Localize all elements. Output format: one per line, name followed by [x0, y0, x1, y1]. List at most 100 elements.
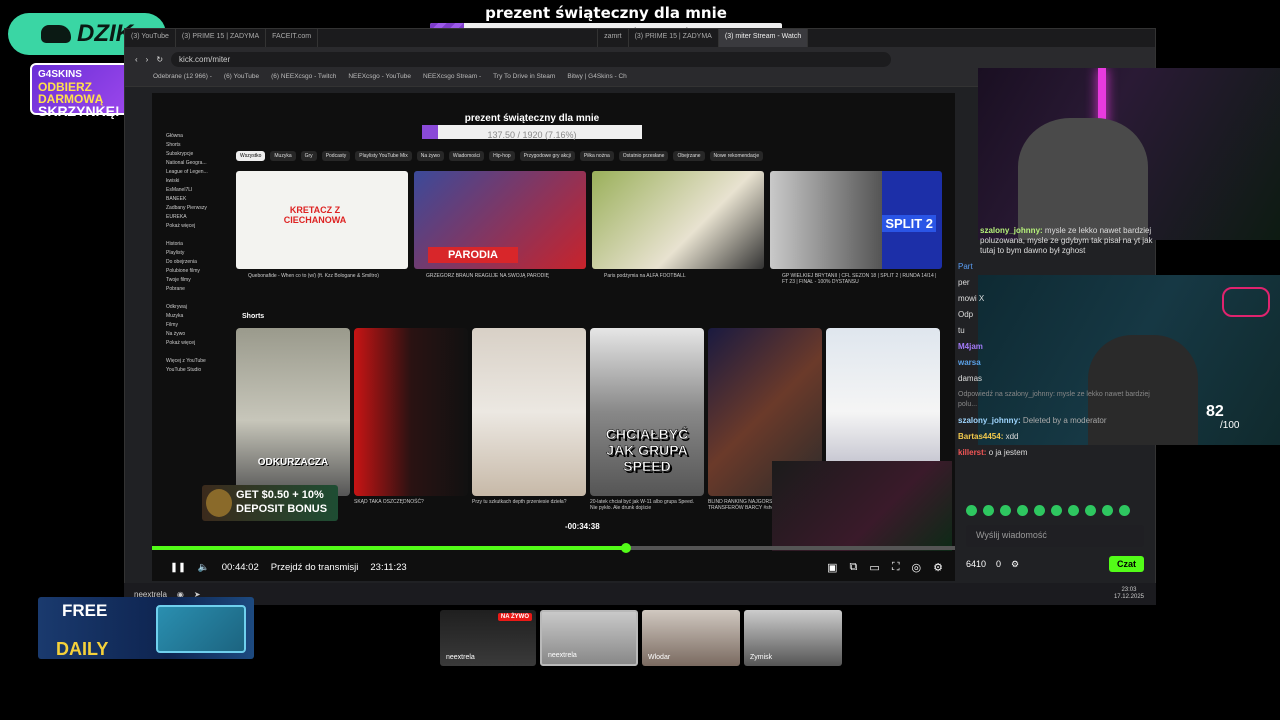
short-caption: ODKURZACZA — [257, 457, 329, 468]
browser-tab[interactable]: FACEIT.com — [266, 29, 319, 47]
forward-icon[interactable]: › — [146, 55, 149, 64]
video-title: Paris podżymia na ALFA FOOTBALL — [604, 273, 686, 279]
thumb-caption: KRETACZ Z CIECHANOWA — [283, 205, 347, 225]
live-badge: NA ŻYWO — [497, 613, 532, 621]
emote-icon[interactable] — [966, 505, 977, 516]
settings-icon[interactable]: ⚙ — [933, 561, 943, 574]
chat-settings-icon[interactable]: ⚙ — [1011, 559, 1019, 570]
clip-icon[interactable]: ◎ — [912, 561, 922, 574]
theater-icon[interactable]: ▭ — [869, 561, 879, 574]
url-field[interactable]: kick.com/miter — [171, 51, 892, 67]
yt-sidebar-item: BANEEK — [166, 196, 187, 202]
go-live-button[interactable]: Przejdź do transmisji — [271, 562, 359, 573]
bookmark-item[interactable]: NEEXcsgo Stream - — [423, 73, 481, 84]
stream-tile[interactable]: Zymisk — [744, 610, 842, 666]
video-thumbnail — [592, 171, 764, 269]
chat-message: Part — [958, 262, 973, 271]
gift-count[interactable]: 0 — [996, 559, 1001, 569]
stream-tile[interactable]: neextrela — [540, 610, 638, 666]
seek-handle[interactable] — [620, 543, 631, 553]
yt-chip: Hip-hop — [489, 151, 515, 161]
pause-icon[interactable]: ❚❚ — [170, 562, 186, 573]
follower-counter: 82 /100 — [1206, 404, 1240, 433]
emote-icon[interactable] — [1000, 505, 1011, 516]
hover-time: -00:34:38 — [565, 522, 600, 531]
yt-chip: Na żywo — [416, 151, 444, 161]
tile-name: Wlodar — [648, 654, 671, 661]
yt-sidebar-item: Twoje filmy — [166, 277, 191, 283]
stream-tile[interactable]: Wlodar — [642, 610, 740, 666]
yt-chip: Nowe rekomendacje — [709, 151, 764, 161]
browser-tab[interactable] — [318, 29, 599, 47]
points-balance[interactable]: 6410 — [966, 559, 986, 569]
boar-icon — [41, 25, 71, 43]
tab-bar: (3) YouTube (3) PRIME 15 | ZADYMA FACEIT… — [125, 29, 1155, 47]
thumb-caption: PARODIA — [428, 247, 518, 263]
emote-icon[interactable] — [1085, 505, 1096, 516]
counter-max: /100 — [1220, 420, 1240, 431]
emote-icon[interactable] — [983, 505, 994, 516]
emote-icon[interactable] — [1068, 505, 1079, 516]
streamer-cam-thumb — [772, 461, 952, 551]
yt-sidebar-item — [156, 349, 222, 358]
clock-date: 17.12.2025 — [1113, 594, 1144, 600]
yt-sidebar-item: Shorts — [166, 142, 181, 148]
browser-tab[interactable]: (3) PRIME 15 | ZADYMA — [629, 29, 719, 47]
chat-message: mowi X — [958, 294, 985, 303]
browser-tab[interactable]: (3) PRIME 15 | ZADYMA — [176, 29, 267, 47]
chat-message: Bartas4454: xdd — [958, 432, 1019, 441]
yt-chip: Podcasty — [321, 151, 351, 161]
chat-panel: szalony_johnny: mysle ze lekko nawet bar… — [958, 226, 1154, 576]
emote-icon[interactable] — [1051, 505, 1062, 516]
video-player[interactable]: prezent świąteczny dla mnie 137.50 / 192… — [152, 93, 955, 581]
chat-message: szalony_johnny: mysle ze lekko nawet bar… — [980, 226, 1153, 255]
clock-time: 23:03 — [1121, 587, 1137, 593]
bookmark-item[interactable]: (6) YouTube — [224, 73, 259, 84]
bookmark-item[interactable]: Bitwy | G4Skins - Ch — [567, 73, 626, 84]
emote-icon[interactable] — [1017, 505, 1028, 516]
chat-input[interactable]: Wyślij wiadomość — [966, 525, 1144, 547]
yt-sidebar-item: kwiski — [166, 178, 180, 184]
browser-tab[interactable]: zamrt — [598, 29, 629, 47]
bookmark-item[interactable]: NEEXcsgo - YouTube — [348, 73, 411, 84]
emote-icon[interactable] — [1102, 505, 1113, 516]
emote-icon[interactable] — [1119, 505, 1130, 516]
pip-icon[interactable]: ⧉ — [850, 561, 858, 574]
yt-sidebar-item — [156, 232, 222, 241]
yt-sidebar-item: Pobrane — [166, 286, 185, 292]
miniplayer-icon[interactable]: ▣ — [827, 561, 837, 574]
tile-name: neextrela — [446, 654, 475, 661]
goal-title: prezent świąteczny dla mnie — [485, 4, 727, 22]
thumb-caption: SPLIT 2 — [882, 215, 936, 232]
reload-icon[interactable]: ↻ — [156, 55, 163, 64]
chat-message: M4jam — [958, 342, 983, 351]
volume-icon[interactable]: 🔈 — [198, 562, 210, 573]
total-time: 23:11:23 — [370, 561, 407, 573]
bookmark-item[interactable]: Try To Drive in Steam — [493, 73, 555, 84]
deposit-text: GET $0.50 + 10% DEPOSIT BONUS — [236, 489, 328, 515]
yt-sidebar-item: EsManel7LI — [166, 187, 193, 193]
emote-icon[interactable] — [1034, 505, 1045, 516]
yt-chip: Playlisty YouTube Mix — [355, 151, 412, 161]
browser-tab[interactable]: (3) YouTube — [125, 29, 176, 47]
chat-message: killerst: o ja jestem — [958, 448, 1028, 457]
yt-sidebar-item: Muzyka — [166, 313, 184, 319]
yt-sidebar-item: Pokaż więcej — [166, 340, 196, 346]
yt-sidebar-item: Pokaż więcej — [166, 223, 196, 229]
fullscreen-icon[interactable]: ⛶ — [892, 561, 900, 574]
chat-message: Odp — [958, 310, 974, 319]
inner-goal-title: prezent świąteczny dla mnie — [464, 113, 600, 124]
bookmark-item[interactable]: (6) NEEXcsgo - Twitch — [271, 73, 336, 84]
send-chat-button[interactable]: Czat — [1108, 556, 1144, 572]
short-card: CHCIAŁBYĆ JAK GRUPA SPEED — [590, 328, 704, 496]
browser-tab-active[interactable]: (3) miter Stream - Watch — [718, 29, 809, 47]
back-icon[interactable]: ‹ — [135, 55, 138, 64]
player-controls: ❚❚ 🔈 00:44:02 Przejdź do transmisji 23:1… — [152, 556, 955, 578]
free-daily-banner: FREE DAILY — [38, 597, 254, 659]
inner-goal-value: 137.50 / 1920 (7.16%) — [487, 130, 577, 140]
seek-bar[interactable] — [152, 543, 955, 553]
bookmark-item[interactable]: Odebrane (12 966) - — [153, 73, 212, 84]
chat-message: szalony_johnny: Deleted by a moderator — [958, 416, 1107, 425]
stream-tile[interactable]: NA ŻYWO neextrela — [440, 610, 536, 666]
yt-filter-chips: Wszystko Muzyka Gry Podcasty Playlisty Y… — [236, 151, 764, 161]
